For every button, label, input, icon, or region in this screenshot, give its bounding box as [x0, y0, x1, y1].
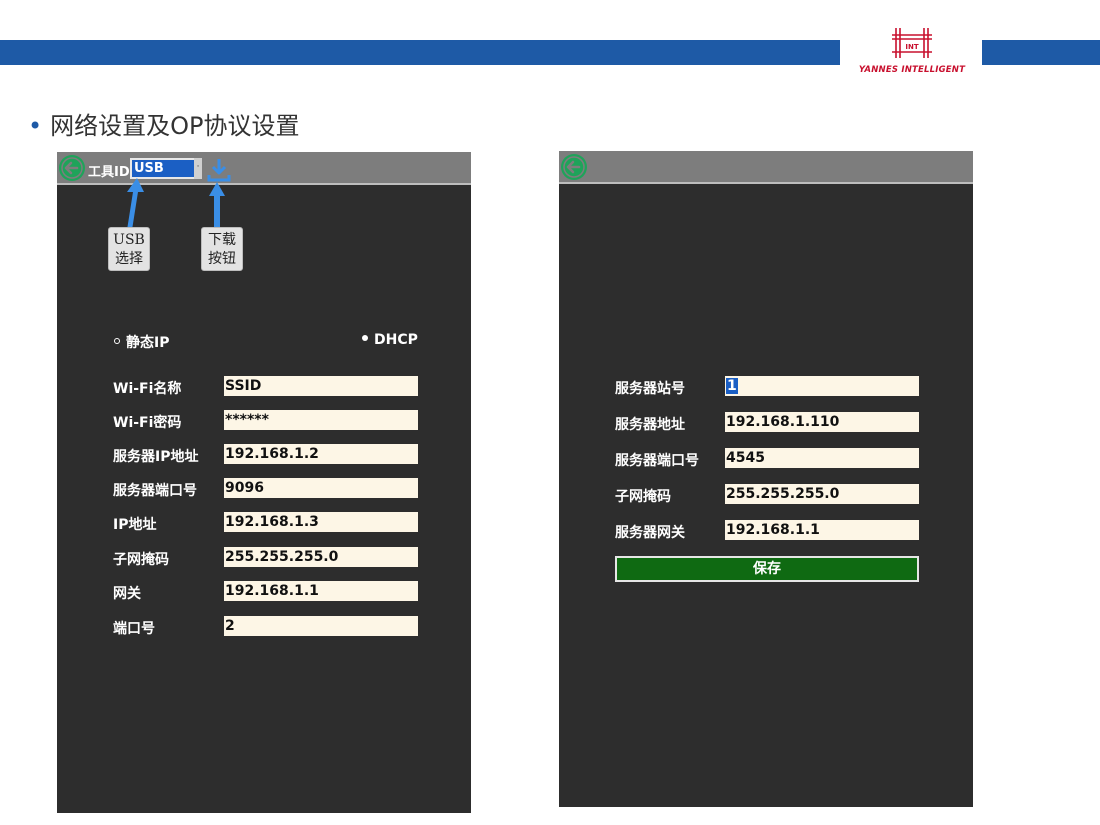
server-address-label: 服务器地址 [615, 417, 685, 433]
op-protocol-settings-screen: 服务器站号 1 服务器地址 192.168.1.110 服务器端口号 4545 … [559, 151, 973, 807]
slide-title: • 网络设置及OP协议设置 [28, 106, 300, 141]
radio-dhcp[interactable]: DHCP [362, 332, 418, 348]
wifi-password-field[interactable]: ****** [224, 410, 418, 430]
subnet-mask-field[interactable]: 255.255.255.0 [725, 484, 919, 504]
server-port-field[interactable]: 9096 [224, 478, 418, 498]
header-bar-left [0, 40, 840, 65]
subnet-mask-field[interactable]: 255.255.255.0 [224, 547, 418, 567]
server-ip-field[interactable]: 192.168.1.2 [224, 444, 418, 464]
ip-address-field[interactable]: 192.168.1.3 [224, 512, 418, 532]
top-bar: 工具ID USB · [57, 152, 471, 185]
server-port-field[interactable]: 4545 [725, 448, 919, 468]
logo-mark-text: INT [905, 43, 918, 51]
callout-arrow-download [209, 182, 225, 230]
server-gateway-field[interactable]: 192.168.1.1 [725, 520, 919, 540]
usb-select[interactable]: USB [130, 158, 198, 179]
subnet-mask-label: 子网掩码 [113, 552, 169, 568]
gateway-label: 网关 [113, 586, 141, 602]
port-field[interactable]: 2 [224, 616, 418, 636]
server-address-field[interactable]: 192.168.1.110 [725, 412, 919, 432]
radio-static-ip-label: 静态IP [126, 335, 170, 351]
wifi-name-field[interactable]: SSID [224, 376, 418, 396]
radio-static-ip[interactable]: 静态IP [114, 332, 169, 352]
logo-mark-icon: INT [892, 28, 932, 58]
server-port-label: 服务器端口号 [113, 483, 197, 499]
slide-title-text: 网络设置及OP协议设置 [50, 112, 300, 140]
port-label: 端口号 [113, 621, 155, 637]
ip-address-label: IP地址 [113, 517, 157, 533]
radio-dhcp-label: DHCP [374, 332, 418, 348]
download-button-callout: 下载 按钮 [201, 227, 243, 271]
subnet-mask-label: 子网掩码 [615, 489, 671, 505]
server-port-label: 服务器端口号 [615, 453, 699, 469]
wifi-name-label: Wi-Fi名称 [113, 381, 182, 397]
save-button[interactable]: 保存 [615, 556, 919, 582]
server-ip-label: 服务器IP地址 [113, 449, 199, 465]
wifi-password-label: Wi-Fi密码 [113, 415, 182, 431]
radio-dhcp-indicator [362, 335, 368, 341]
server-station-value: 1 [726, 378, 738, 394]
top-bar [559, 151, 973, 184]
download-icon[interactable] [207, 157, 231, 183]
back-arrow-icon[interactable] [560, 153, 588, 181]
back-arrow-icon[interactable] [58, 154, 86, 182]
gateway-field[interactable]: 192.168.1.1 [224, 581, 418, 601]
usb-select-dropdown-button[interactable]: · [194, 158, 202, 179]
server-station-label: 服务器站号 [615, 381, 685, 397]
company-logo: INT YANNES INTELLIGENT [846, 24, 978, 80]
usb-select-callout: USB 选择 [108, 227, 150, 271]
callout-arrow-usb [127, 178, 144, 230]
header-bar-right [982, 40, 1100, 65]
radio-static-ip-indicator [114, 338, 120, 344]
title-bullet: • [28, 112, 43, 140]
logo-text: YANNES INTELLIGENT [858, 65, 966, 75]
server-gateway-label: 服务器网关 [615, 525, 685, 541]
server-station-field[interactable]: 1 [725, 376, 919, 396]
network-settings-screen: 工具ID USB · USB 选择 下载 按钮 静态IP DHCP Wi-Fi名… [57, 152, 471, 813]
